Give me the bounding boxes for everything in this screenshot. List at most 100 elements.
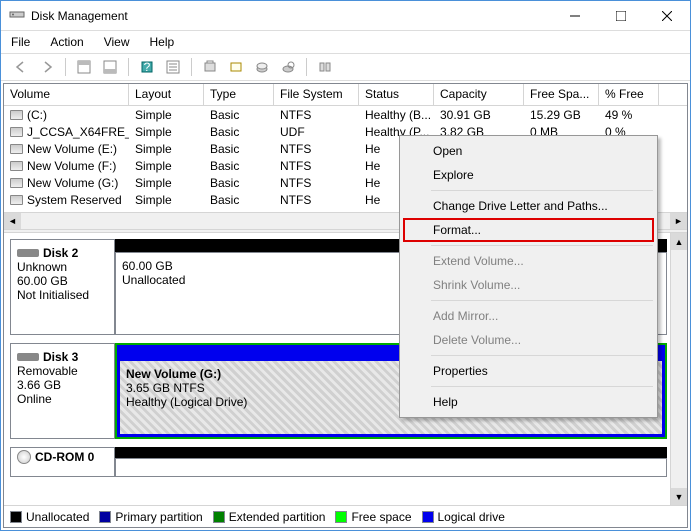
maximize-button[interactable] xyxy=(598,1,644,31)
col-free[interactable]: Free Spa... xyxy=(524,84,599,105)
disk-icon xyxy=(17,249,39,257)
volume-name: New Volume (E:) xyxy=(27,142,117,156)
col-percent[interactable]: % Free xyxy=(599,84,659,105)
context-menu: Open Explore Change Drive Letter and Pat… xyxy=(399,135,658,418)
cdrom-label: CD-ROM 0 xyxy=(10,447,115,477)
legend-swatch-extended xyxy=(213,511,225,523)
legend-free: Free space xyxy=(351,510,411,524)
volume-name: (C:) xyxy=(27,108,47,122)
volume-filesystem: NTFS xyxy=(274,141,359,157)
ctx-properties[interactable]: Properties xyxy=(403,359,654,383)
close-button[interactable] xyxy=(644,1,690,31)
drive-icon xyxy=(10,127,23,137)
cdrom-icon xyxy=(17,450,31,464)
vertical-scrollbar[interactable]: ▲ ▼ xyxy=(670,233,687,505)
scroll-left-icon[interactable]: ◄ xyxy=(4,213,21,230)
volume-layout: Simple xyxy=(129,107,204,123)
disk-3-type: Removable xyxy=(17,364,108,378)
disk-2-size: 60.00 GB xyxy=(17,274,108,288)
volume-layout: Simple xyxy=(129,124,204,140)
volume-capacity: 30.91 GB xyxy=(434,107,524,123)
action-button-3[interactable] xyxy=(250,56,274,78)
volume-type: Basic xyxy=(204,107,274,123)
disk-3-status: Online xyxy=(17,392,108,406)
ctx-separator xyxy=(431,386,653,387)
ctx-help[interactable]: Help xyxy=(403,390,654,414)
volume-name: New Volume (G:) xyxy=(27,176,118,190)
volume-percent: 49 % xyxy=(599,107,659,123)
disk-3-name: Disk 3 xyxy=(43,350,78,364)
legend: Unallocated Primary partition Extended p… xyxy=(4,505,687,527)
col-type[interactable]: Type xyxy=(204,84,274,105)
legend-logical: Logical drive xyxy=(438,510,505,524)
action-button-4[interactable] xyxy=(276,56,300,78)
volume-layout: Simple xyxy=(129,192,204,208)
volume-name: System Reserved xyxy=(27,193,122,207)
scroll-up-icon[interactable]: ▲ xyxy=(671,233,688,250)
disk-2-label: Disk 2 Unknown 60.00 GB Not Initialised xyxy=(10,239,115,335)
cdrom-partition[interactable] xyxy=(115,458,667,477)
drive-icon xyxy=(10,195,23,205)
volume-type: Basic xyxy=(204,124,274,140)
view-top-button[interactable] xyxy=(72,56,96,78)
ctx-change-drive-letter[interactable]: Change Drive Letter and Paths... xyxy=(403,194,654,218)
volume-row[interactable]: (C:)SimpleBasicNTFSHealthy (B...30.91 GB… xyxy=(4,106,687,123)
cdrom-row[interactable]: CD-ROM 0 xyxy=(10,447,667,477)
volume-type: Basic xyxy=(204,158,274,174)
settings-button[interactable] xyxy=(161,56,185,78)
ctx-format[interactable]: Format... xyxy=(403,218,654,242)
view-bottom-button[interactable] xyxy=(98,56,122,78)
app-icon xyxy=(9,6,25,25)
menu-action[interactable]: Action xyxy=(48,33,85,51)
legend-primary: Primary partition xyxy=(115,510,202,524)
ctx-delete-volume[interactable]: Delete Volume... xyxy=(403,328,654,352)
ctx-explore[interactable]: Explore xyxy=(403,163,654,187)
ctx-open[interactable]: Open xyxy=(403,139,654,163)
menu-help[interactable]: Help xyxy=(148,33,177,51)
volume-name: New Volume (F:) xyxy=(27,159,116,173)
volume-filesystem: UDF xyxy=(274,124,359,140)
drive-icon xyxy=(10,161,23,171)
help-button[interactable]: ? xyxy=(135,56,159,78)
ctx-shrink-volume[interactable]: Shrink Volume... xyxy=(403,273,654,297)
action-button-1[interactable] xyxy=(198,56,222,78)
title-bar[interactable]: Disk Management xyxy=(1,1,690,31)
drive-icon xyxy=(10,144,23,154)
volume-filesystem: NTFS xyxy=(274,158,359,174)
legend-extended: Extended partition xyxy=(229,510,326,524)
menu-view[interactable]: View xyxy=(102,33,132,51)
drive-icon xyxy=(10,178,23,188)
legend-swatch-logical xyxy=(422,511,434,523)
disk-3-size: 3.66 GB xyxy=(17,378,108,392)
disk-3-label: Disk 3 Removable 3.66 GB Online xyxy=(10,343,115,439)
col-filesystem[interactable]: File System xyxy=(274,84,359,105)
ctx-separator xyxy=(431,245,653,246)
ctx-extend-volume[interactable]: Extend Volume... xyxy=(403,249,654,273)
drive-icon xyxy=(10,110,23,120)
legend-unallocated: Unallocated xyxy=(26,510,89,524)
volume-filesystem: NTFS xyxy=(274,175,359,191)
volume-name: J_CCSA_X64FRE_E... xyxy=(27,125,129,139)
scroll-right-icon[interactable]: ► xyxy=(670,213,687,230)
scroll-down-icon[interactable]: ▼ xyxy=(671,488,688,505)
action-button-5[interactable] xyxy=(313,56,337,78)
ctx-separator xyxy=(431,190,653,191)
col-layout[interactable]: Layout xyxy=(129,84,204,105)
action-button-2[interactable] xyxy=(224,56,248,78)
volume-type: Basic xyxy=(204,175,274,191)
col-volume[interactable]: Volume xyxy=(4,84,129,105)
volume-type: Basic xyxy=(204,141,274,157)
back-button[interactable] xyxy=(9,56,33,78)
window-title: Disk Management xyxy=(31,9,552,23)
cdrom-name: CD-ROM 0 xyxy=(35,450,94,464)
col-status[interactable]: Status xyxy=(359,84,434,105)
col-capacity[interactable]: Capacity xyxy=(434,84,524,105)
disk-2-status: Not Initialised xyxy=(17,288,108,302)
minimize-button[interactable] xyxy=(552,1,598,31)
forward-button[interactable] xyxy=(35,56,59,78)
ctx-add-mirror[interactable]: Add Mirror... xyxy=(403,304,654,328)
volume-layout: Simple xyxy=(129,141,204,157)
menu-file[interactable]: File xyxy=(9,33,32,51)
ctx-separator xyxy=(431,300,653,301)
menu-bar: File Action View Help xyxy=(1,31,690,53)
